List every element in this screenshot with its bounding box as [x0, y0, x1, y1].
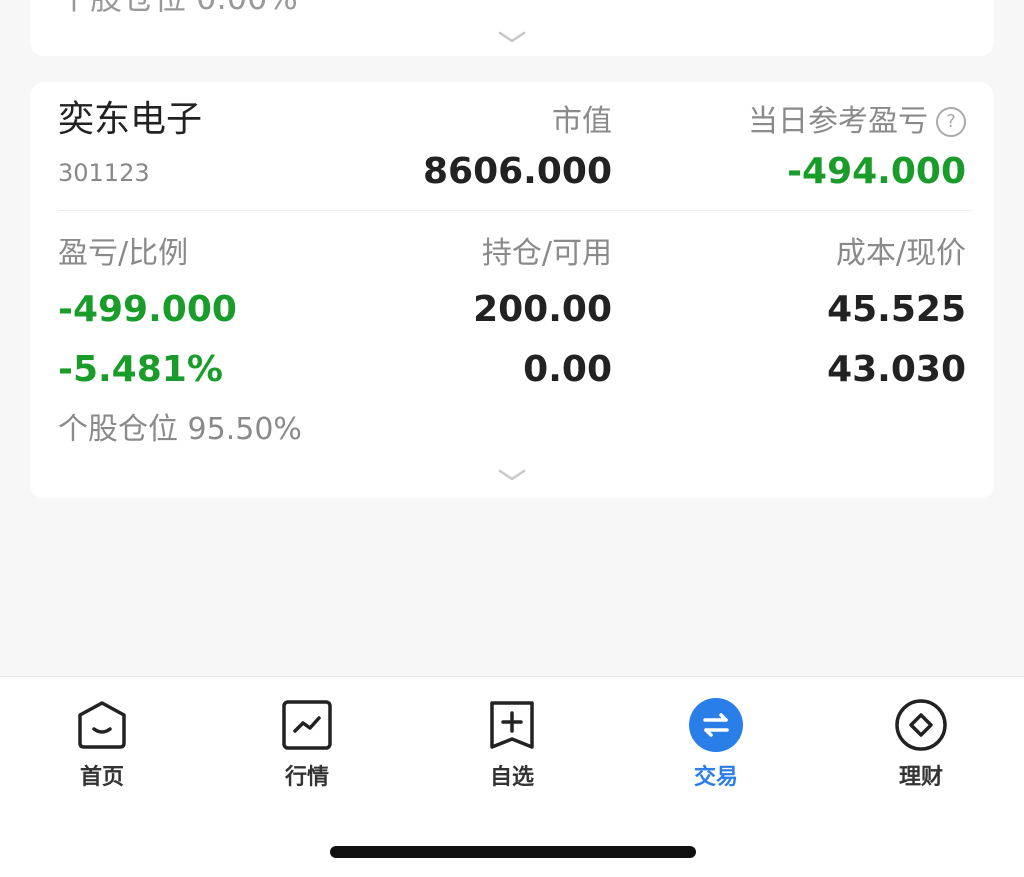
- cost-label: 成本/现价: [835, 236, 966, 271]
- position-card[interactable]: 奕东电子 301123 市值 8606.000 当日参考盈亏? -494.000…: [30, 82, 994, 498]
- position-available: 0.00: [523, 349, 612, 390]
- home-icon: [78, 701, 126, 749]
- chart-icon: [282, 700, 332, 750]
- home-indicator[interactable]: [330, 846, 696, 858]
- current-price: 43.030: [827, 349, 966, 390]
- diamond-icon: [895, 699, 947, 751]
- market-value: 8606.000: [422, 151, 612, 192]
- nav-label-trade: 交易: [693, 765, 738, 790]
- cost-price: 45.525: [827, 289, 966, 330]
- nav-label-home: 首页: [79, 765, 124, 790]
- nav-item-wealth[interactable]: 理财: [861, 697, 981, 797]
- previous-stock-weight: 个股仓位 0.00%: [58, 0, 298, 14]
- daily-pl-label: 当日参考盈亏: [748, 104, 928, 139]
- nav-label-watchlist: 自选: [489, 765, 534, 790]
- chevron-down-icon[interactable]: [498, 30, 526, 44]
- stock-weight: 个股仓位 95.50%: [58, 412, 302, 447]
- nav-label-market: 行情: [284, 765, 329, 790]
- stock-code: 301123: [58, 159, 150, 187]
- stock-name: 奕东电子: [58, 99, 203, 140]
- nav-item-watchlist[interactable]: 自选: [452, 697, 572, 797]
- swap-icon: [689, 698, 743, 752]
- pl-ratio: -5.481%: [58, 349, 223, 390]
- daily-pl-value: -494.000: [787, 151, 966, 192]
- nav-item-home[interactable]: 首页: [42, 697, 162, 797]
- bookmark-add-icon: [490, 701, 534, 749]
- pl-ratio-label: 盈亏/比例: [58, 236, 189, 271]
- daily-pl-header: 当日参考盈亏?: [748, 102, 966, 142]
- position-label: 持仓/可用: [481, 236, 612, 271]
- nav-label-wealth: 理财: [898, 765, 943, 790]
- market-value-label: 市值: [552, 104, 612, 139]
- position-held: 200.00: [473, 289, 612, 330]
- nav-item-trade[interactable]: 交易: [656, 697, 776, 797]
- chevron-down-icon[interactable]: [498, 468, 526, 482]
- divider: [58, 210, 972, 211]
- nav-item-market[interactable]: 行情: [247, 697, 367, 797]
- help-icon[interactable]: ?: [936, 107, 966, 137]
- previous-position-card[interactable]: 个股仓位 0.00%: [30, 0, 994, 56]
- pl-amount: -499.000: [58, 289, 237, 330]
